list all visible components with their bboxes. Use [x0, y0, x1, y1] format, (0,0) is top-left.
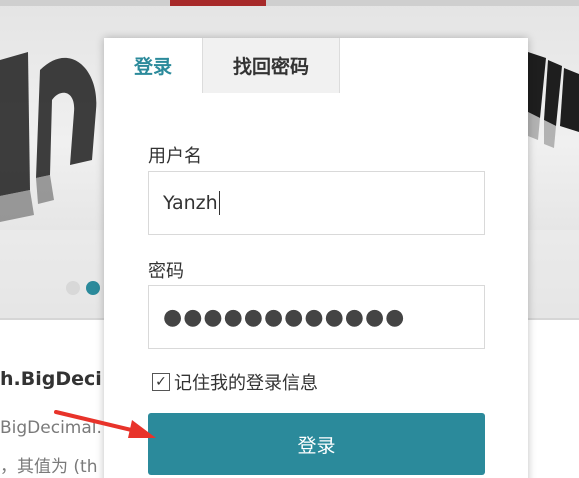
- annotation-arrow-icon: [54, 410, 156, 438]
- remember-me-label: 记住我的登录信息: [174, 373, 318, 394]
- page: h.BigDeci BigDecimal. ，其值为 (th 登录 找回密码 用…: [0, 0, 579, 478]
- article-title[interactable]: h.BigDeci: [0, 368, 102, 390]
- text-caret: [218, 191, 220, 215]
- slider-dot[interactable]: [66, 281, 80, 295]
- tab-login[interactable]: 登录: [104, 38, 202, 93]
- username-value: Yanzh: [163, 192, 218, 214]
- login-tabs: 登录 找回密码: [104, 38, 528, 93]
- remember-me[interactable]: ✓ 记住我的登录信息: [152, 369, 318, 395]
- remember-me-checkbox[interactable]: ✓: [152, 373, 170, 391]
- login-button[interactable]: 登录: [148, 413, 485, 475]
- username-label: 用户名: [148, 146, 202, 167]
- article-text-line: ，其值为 (th: [0, 457, 98, 477]
- slider-dots: [66, 281, 100, 295]
- slider-dot-active[interactable]: [86, 281, 100, 295]
- password-masked-value: ●●●●●●●●●●●●: [163, 304, 406, 330]
- login-panel: 登录 找回密码 用户名 Yanzh 密码 ●●●●●●●●●●●● ✓ 记住我的…: [104, 38, 528, 478]
- password-label: 密码: [148, 261, 184, 282]
- username-input[interactable]: Yanzh: [148, 171, 485, 235]
- tab-recover-password[interactable]: 找回密码: [202, 38, 340, 93]
- password-input[interactable]: ●●●●●●●●●●●●: [148, 285, 485, 349]
